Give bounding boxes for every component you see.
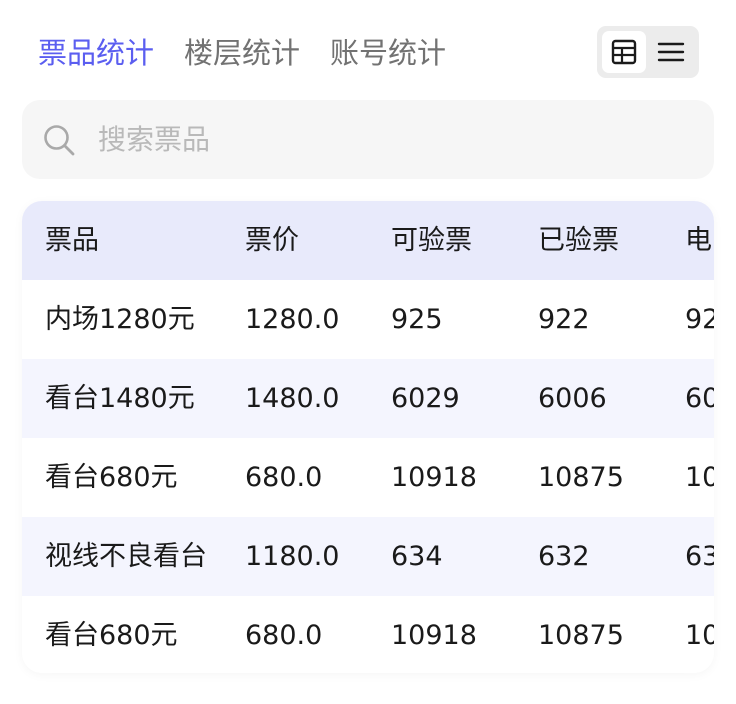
table-cell: 632 [538,541,590,572]
table-row[interactable]: 看台1480元 1480.0 6029 6006 60 [22,359,714,438]
table-cell: 6006 [538,383,607,414]
search-icon [42,123,76,157]
view-toggle [597,26,699,78]
table-row[interactable]: 内场1280元 1280.0 925 922 92 [22,280,714,359]
table-cell: 10875 [538,620,624,651]
table-cell: 92 [685,304,714,335]
table-cell: 1180.0 [245,541,340,572]
column-header[interactable]: 票价 [245,201,375,280]
table-cell: 63 [685,541,714,572]
column-header[interactable]: 可验票 [391,201,521,280]
table-row[interactable]: 看台680元 680.0 10918 10875 10 [22,596,714,673]
table-cell: 925 [391,304,443,335]
tab-account-stats[interactable]: 账号统计 [330,30,446,76]
table-cell: 10875 [538,462,624,493]
table-cell: 680.0 [245,620,323,651]
table-cell: 1480.0 [245,383,340,414]
table-cell: 内场1280元 [45,304,195,335]
table-cell: 6029 [391,383,460,414]
column-header[interactable]: 电 [685,201,714,280]
table-cell: 10918 [391,462,477,493]
tab-floor-stats[interactable]: 楼层统计 [184,30,300,76]
table-cell: 10 [685,462,714,493]
table-cell: 看台1480元 [45,383,195,414]
column-header[interactable]: 已验票 [538,201,668,280]
table-cell: 10918 [391,620,477,651]
table-cell: 680.0 [245,462,323,493]
table-row[interactable]: 视线不良看台 1180.0 634 632 63 [22,517,714,596]
list-view-button[interactable] [649,31,693,73]
search-bar [22,100,714,179]
table-cell: 1280.0 [245,304,340,335]
table-cell: 10 [685,620,714,651]
ticket-table: 票品 票价 可验票 已验票 电 内场1280元 1280.0 925 922 9… [22,201,714,673]
table-icon [611,39,637,65]
table-cell: 看台680元 [45,620,178,651]
column-header[interactable]: 票品 [45,201,215,280]
list-icon [657,42,685,62]
table-cell: 634 [391,541,443,572]
table-cell: 60 [685,383,714,414]
ticket-stats-page: 票品统计 楼层统计 账号统计 搜索票品 票品 票价 可验票 已验票 电 内场12… [0,0,736,704]
search-input[interactable] [96,108,660,171]
table-cell: 看台680元 [45,462,178,493]
table-view-button[interactable] [602,31,646,73]
table-row[interactable]: 看台680元 680.0 10918 10875 10 [22,438,714,517]
tab-ticket-stats[interactable]: 票品统计 [38,30,154,76]
table-cell: 922 [538,304,590,335]
table-header-row: 票品 票价 可验票 已验票 电 [22,201,714,280]
tab-bar: 票品统计 楼层统计 账号统计 [38,30,476,76]
table-cell: 视线不良看台 [45,541,207,572]
